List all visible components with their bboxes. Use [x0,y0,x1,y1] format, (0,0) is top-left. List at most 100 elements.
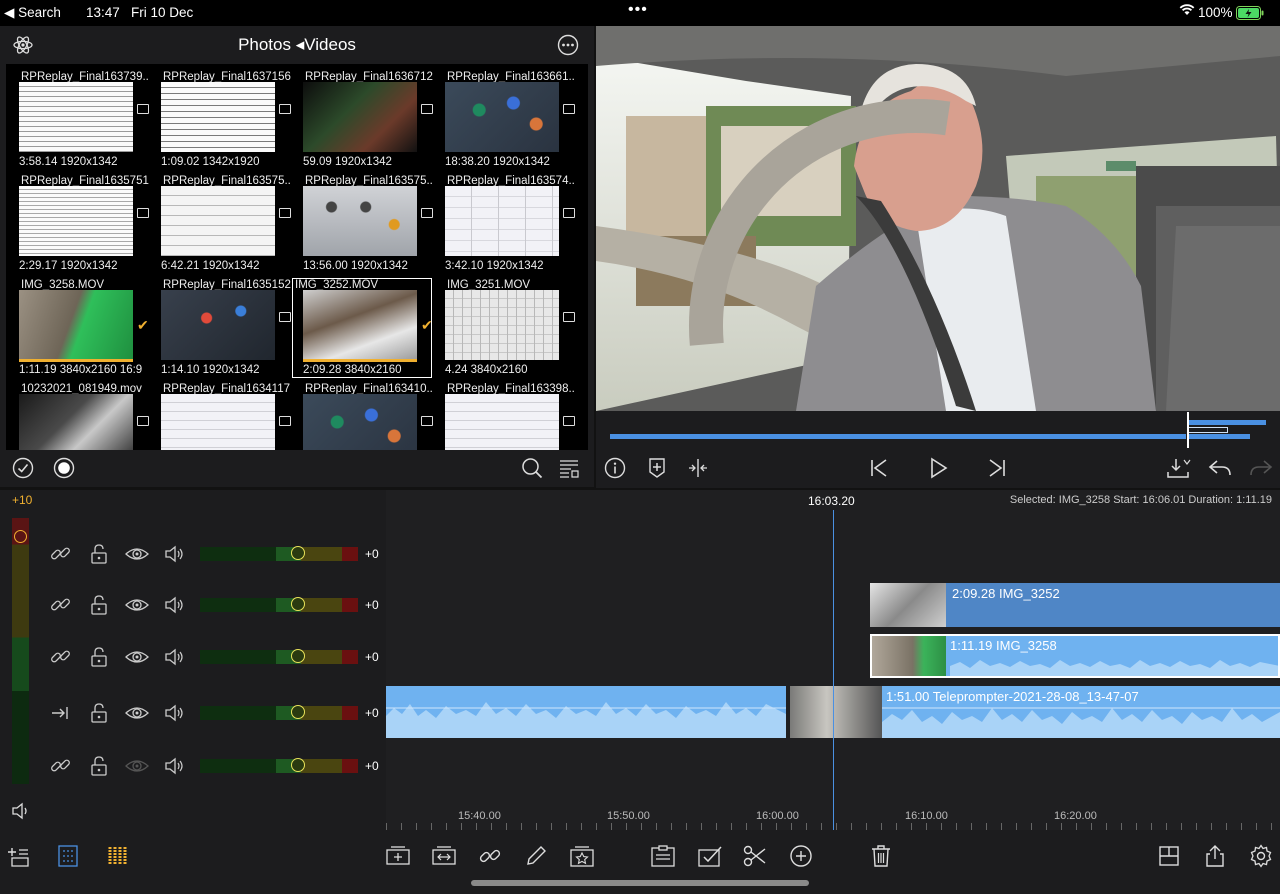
track-volume-fader[interactable] [200,597,358,612]
media-tile[interactable]: IMG_3251.MOV 4.24 3840x2160 [433,277,575,379]
play-icon[interactable] [927,457,949,479]
scrub-playhead[interactable] [1187,412,1189,448]
track-volume-icon[interactable] [163,702,185,724]
meter-knob[interactable] [14,530,27,543]
track-visibility-eye-icon[interactable] [125,594,149,616]
add-track-icon[interactable] [8,844,32,868]
fader-knob[interactable] [291,758,305,772]
more-options-icon[interactable] [557,34,579,56]
scrub-progress-bar[interactable] [610,434,1186,439]
track-volume-icon[interactable] [163,543,185,565]
home-indicator[interactable] [471,880,809,886]
fader-knob[interactable] [291,649,305,663]
media-tile[interactable]: RPReplay_Final1635152... 1:14.10 1920x134… [149,277,291,379]
media-tile[interactable]: RPReplay_Final1634117... [149,381,291,450]
media-tile[interactable]: RPReplay_Final163410... [291,381,433,450]
video-film-icon [137,208,149,218]
media-tile[interactable]: RPReplay_Final163575... 13:56.00 1920x134… [291,173,433,275]
media-tile-meta: 1:11.19 3840x2160 16:9 [19,364,143,376]
record-icon[interactable] [53,457,75,479]
info-icon[interactable] [604,457,626,479]
clip-label: 1:11.19 IMG_3258 [950,638,1057,653]
media-tile-meta: 2:09.28 3840x2160 [303,364,402,376]
audio-meters-icon[interactable] [107,844,131,868]
track-volume-fader[interactable] [200,649,358,664]
timeline-canvas[interactable]: 16:03.20 Selected: IMG_3258 Start: 16:06… [386,490,1280,830]
media-tile[interactable]: RPReplay_Final163739... 3:58.14 1920x1342 [7,69,149,171]
clip-teleprompter[interactable]: 1:51.00 Teleprompter-2021-28-08_13-47-07 [790,686,1280,738]
track-lock-icon[interactable] [88,646,110,668]
clip-teleprompter-audio-left[interactable] [386,686,786,738]
track-volume-fader[interactable] [200,758,358,773]
redo-icon[interactable] [1248,457,1274,479]
skip-forward-icon[interactable] [986,457,1008,479]
export-download-icon[interactable] [1166,457,1192,479]
skip-back-icon[interactable] [868,457,890,479]
video-film-icon [421,104,433,114]
clip-img-3252[interactable]: 2:09.28 IMG_3252 [870,583,1280,627]
fader-knob[interactable] [291,546,305,560]
track-visibility-eye-icon[interactable] [125,755,149,777]
media-tile[interactable]: RPReplay_Final163661... 18:38.20 1920x134… [433,69,575,171]
media-tile[interactable]: IMG_3252.MOV 2:09.28 3840x2160 ✔ [291,277,433,379]
track-volume-icon[interactable] [163,755,185,777]
layout-icon[interactable] [1157,844,1181,868]
track-visibility-eye-icon[interactable] [125,646,149,668]
media-tile-meta: 13:56.00 1920x1342 [303,260,408,272]
media-tile[interactable]: RPReplay_Final1635751... 2:29.17 1920x134… [7,173,149,275]
track-volume-fader[interactable] [200,705,358,720]
fader-knob[interactable] [291,705,305,719]
track-link-icon[interactable] [50,755,72,777]
media-tile[interactable]: RPReplay_Final163575... 6:42.21 1920x1342 [149,173,291,275]
track-volume-icon[interactable] [163,594,185,616]
timeline-playhead[interactable] [833,510,834,830]
media-tile-meta: 18:38.20 1920x1342 [445,156,550,168]
video-preview[interactable] [596,26,1280,411]
track-link-icon[interactable] [50,543,72,565]
share-icon[interactable] [1203,844,1227,868]
track-lock-icon[interactable] [88,594,110,616]
split-scissors-icon[interactable] [743,844,767,868]
track-volume-fader[interactable] [200,546,358,561]
insert-clip-icon[interactable] [386,844,410,868]
media-tile[interactable]: RPReplay_Final1637156... 1:09.02 1342x192… [149,69,291,171]
media-tile[interactable]: RPReplay_Final163398... [433,381,575,450]
settings-gear-icon[interactable] [1249,844,1273,868]
add-circle-icon[interactable] [789,844,813,868]
track-lock-icon[interactable] [88,702,110,724]
track-volume-icon[interactable] [163,646,185,668]
multitask-dots-icon[interactable]: ••• [628,1,648,19]
search-icon[interactable] [521,457,543,479]
undo-icon[interactable] [1207,457,1233,479]
back-to-search[interactable]: ◀ Search [4,5,61,21]
track-list-icon[interactable] [56,844,80,868]
add-marker-icon[interactable] [647,457,667,479]
favorite-clip-icon[interactable] [570,844,594,868]
media-thumbnail [303,186,417,256]
overwrite-clip-icon[interactable] [432,844,456,868]
fader-knob[interactable] [291,597,305,611]
clip-img-3258[interactable]: 1:11.19 IMG_3258 [870,634,1280,678]
track-visibility-eye-icon[interactable] [125,543,149,565]
track-arrow-icon[interactable] [50,702,72,724]
link-clips-icon[interactable] [478,844,502,868]
paste-clipboard-icon[interactable] [650,844,675,868]
track-visibility-eye-icon[interactable] [125,702,149,724]
media-tile[interactable]: RPReplay_Final163574... 3:42.10 1920x1342 [433,173,575,275]
split-handles-icon[interactable] [687,457,709,479]
track-lock-icon[interactable] [88,755,110,777]
track-lock-icon[interactable] [88,543,110,565]
edit-pencil-icon[interactable] [524,844,548,868]
delete-trash-icon[interactable] [869,844,893,868]
media-tile[interactable]: 10232021_081949.mov [7,381,149,450]
select-check-icon[interactable] [12,457,34,479]
track-link-icon[interactable] [50,646,72,668]
media-source-title[interactable]: Photos ◂Videos [0,35,594,55]
media-thumbnail [161,394,275,450]
media-tile[interactable]: IMG_3258.MOV 1:11.19 3840x2160 16:9 ✔ [7,277,149,379]
master-volume-icon[interactable] [10,800,32,822]
select-clip-check-icon[interactable] [697,844,722,868]
media-tile[interactable]: RPReplay_Final1636712... 59.09 1920x1342 [291,69,433,171]
sort-list-icon[interactable] [558,457,580,479]
track-link-icon[interactable] [50,594,72,616]
